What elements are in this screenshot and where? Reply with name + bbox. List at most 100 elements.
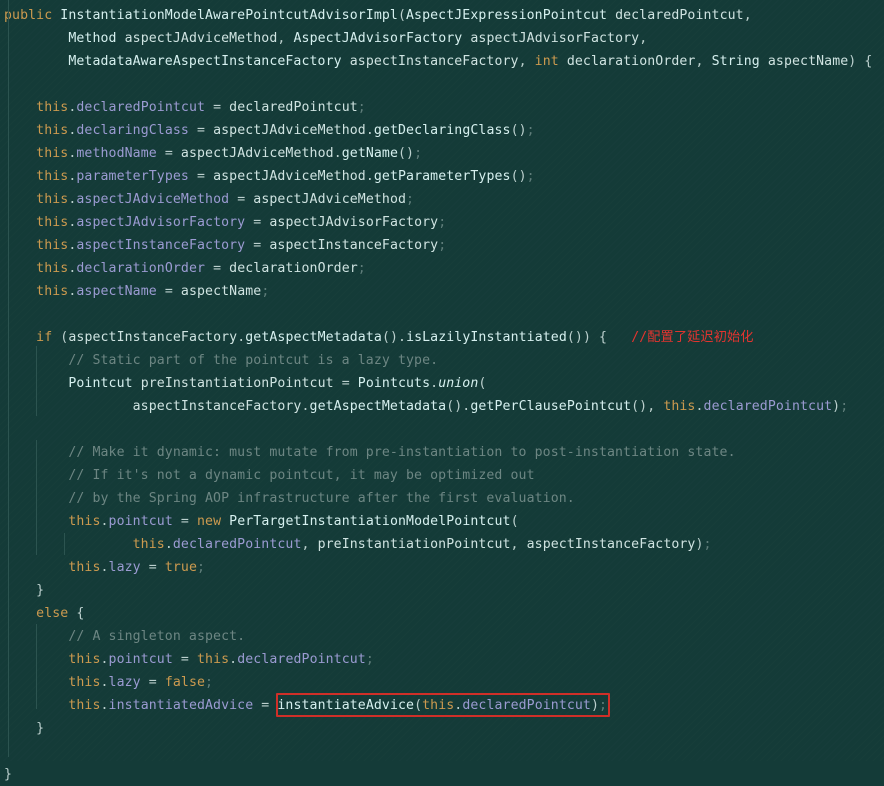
code-token: aspectInstanceFactory xyxy=(526,537,696,552)
code-line[interactable]: this. parameterTypes = aspectJAdviceMetho… xyxy=(0,165,884,188)
code-line[interactable]: } xyxy=(0,763,884,786)
code-token: } xyxy=(4,721,45,736)
code-token: = xyxy=(172,514,197,529)
code-line[interactable] xyxy=(0,418,884,441)
code-token: . xyxy=(333,146,342,161)
code-line[interactable]: this.aspectJAdviceMethod = aspectJAdvice… xyxy=(0,188,884,211)
code-token: isLazilyInstantiated xyxy=(406,330,567,345)
code-token: } xyxy=(4,767,13,782)
code-line[interactable]: this.methodName = aspectJAdviceMethod.ge… xyxy=(0,142,884,165)
code-line[interactable]: this.lazy = false; xyxy=(0,671,884,694)
code-line[interactable]: if (aspectInstanceFactory.getAspectMetad… xyxy=(0,326,884,349)
code-token: . xyxy=(100,698,109,713)
code-line[interactable]: this.declaredPointcut = declaredPointcut… xyxy=(0,96,884,119)
code-line[interactable] xyxy=(0,740,884,763)
code-token: declarationOrder xyxy=(229,261,358,276)
code-token: = xyxy=(245,238,270,253)
code-token: this xyxy=(68,698,101,713)
code-line[interactable]: Method aspectJAdviceMethod, AspectJAdvis… xyxy=(0,27,884,50)
code-token: aspectJAdviceMethod xyxy=(213,169,366,184)
code-token: this xyxy=(36,169,69,184)
code-token: declaredPointcut xyxy=(229,100,358,115)
code-token: // by the Spring AOP infrastructure afte… xyxy=(68,491,575,506)
code-line[interactable]: } xyxy=(0,579,884,602)
code-line[interactable]: this.aspectJAdvisorFactory = aspectJAdvi… xyxy=(0,211,884,234)
code-line[interactable]: this. declaringClass = aspectJAdviceMetho… xyxy=(0,119,884,142)
code-token: getDeclaringClass xyxy=(373,123,511,138)
code-token: . xyxy=(229,652,238,667)
code-token: aspectName xyxy=(767,54,849,69)
code-token: = xyxy=(229,192,254,207)
code-line[interactable] xyxy=(0,73,884,96)
code-token: // A singleton aspect. xyxy=(68,629,246,644)
code-line[interactable]: aspectInstanceFactory.getAspectMetadata(… xyxy=(0,395,884,418)
code-token: new xyxy=(197,514,222,529)
code-line[interactable]: else { xyxy=(0,602,884,625)
code-token: else xyxy=(36,606,69,621)
code-token: //配置了延迟初始化 xyxy=(631,330,754,345)
code-token: ) xyxy=(590,698,600,713)
code-line[interactable]: MetadataAwareAspectInstanceFactory aspec… xyxy=(0,50,884,73)
code-token: ( xyxy=(510,514,519,529)
code-line[interactable]: this.pointcut = this.declaredPointcut; xyxy=(0,648,884,671)
code-token: aspectJAdvisorFactory xyxy=(269,215,439,230)
code-token: aspectJAdviceMethod xyxy=(180,146,334,161)
code-token: . xyxy=(365,169,374,184)
code-line[interactable]: this.instantiatedAdvice = instantiateAdv… xyxy=(0,694,884,717)
code-editor-pane[interactable]: public InstantiationModelAwarePointcutAd… xyxy=(0,0,884,782)
code-token: = xyxy=(140,560,165,575)
code-token: methodName xyxy=(76,146,157,161)
code-line[interactable]: this.pointcut = new PerTargetInstantiati… xyxy=(0,510,884,533)
code-line[interactable]: this.aspectInstanceFactory = aspectInsta… xyxy=(0,234,884,257)
code-token: declarationOrder xyxy=(566,54,696,69)
code-token: , xyxy=(695,54,712,69)
code-token: AspectJExpressionPointcut xyxy=(406,8,608,23)
code-line[interactable]: public InstantiationModelAwarePointcutAd… xyxy=(0,4,884,27)
code-line[interactable]: // Static part of the pointcut is a lazy… xyxy=(0,349,884,372)
code-token: ; xyxy=(205,675,214,690)
code-token: preInstantiationPointcut xyxy=(317,537,511,552)
code-line[interactable]: // If it's not a dynamic pointcut, it ma… xyxy=(0,464,884,487)
code-token: // Make it dynamic: must mutate from pre… xyxy=(68,445,736,460)
code-token: aspectInstanceFactory xyxy=(269,238,439,253)
code-line[interactable]: } xyxy=(0,717,884,740)
code-token: (), xyxy=(631,399,664,414)
code-line[interactable]: this.lazy = true; xyxy=(0,556,884,579)
code-token: = xyxy=(205,261,230,276)
code-token: Pointcut xyxy=(68,376,133,391)
code-line[interactable]: Pointcut preInstantiationPointcut = Poin… xyxy=(0,372,884,395)
code-token: aspectInstanceFactory xyxy=(132,399,302,414)
code-token: , xyxy=(743,8,752,23)
code-token: = xyxy=(253,698,278,713)
code-token: getPerClausePointcut xyxy=(470,399,632,414)
code-token: aspectInstanceFactory xyxy=(349,54,519,69)
code-token: pointcut xyxy=(108,652,173,667)
code-token: ) { xyxy=(848,54,873,69)
code-token: } xyxy=(4,583,45,598)
code-line[interactable]: // Make it dynamic: must mutate from pre… xyxy=(0,441,884,464)
code-token: = xyxy=(140,675,165,690)
code-lines-container[interactable]: public InstantiationModelAwarePointcutAd… xyxy=(0,4,884,786)
code-token: instantiatedAdvice xyxy=(108,698,254,713)
code-line[interactable] xyxy=(0,303,884,326)
code-token: this xyxy=(68,514,101,529)
code-line[interactable]: // A singleton aspect. xyxy=(0,625,884,648)
code-token: ; xyxy=(526,169,535,184)
code-line[interactable]: this.aspectName = aspectName; xyxy=(0,280,884,303)
code-token: = xyxy=(245,215,270,230)
code-token: () xyxy=(510,169,527,184)
code-token: this xyxy=(132,537,165,552)
code-line[interactable]: // by the Spring AOP infrastructure afte… xyxy=(0,487,884,510)
code-line[interactable]: this.declarationOrder = declarationOrder… xyxy=(0,257,884,280)
code-token: MetadataAwareAspectInstanceFactory xyxy=(68,54,342,69)
code-token: ( xyxy=(397,8,407,23)
code-line[interactable]: this.declaredPointcut, preInstantiationP… xyxy=(0,533,884,556)
